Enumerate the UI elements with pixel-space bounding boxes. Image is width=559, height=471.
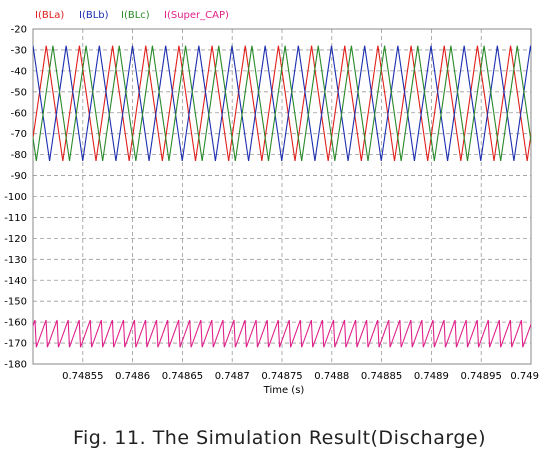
y-tick-label: -150 [4, 297, 27, 308]
y-tick-label: -110 [4, 213, 27, 224]
y-tick-label: -30 [11, 45, 27, 56]
legend: I(BLa) I(BLb) I(BLc) I(Super_CAP) [35, 10, 229, 21]
chart: -20 -30 -40 -50 -60 -70 -80 -90 -100 -110 -120 -130… [4, 10, 539, 396]
x-tick-label: 0.74895 [461, 371, 502, 382]
legend-entry: I(BLa) [35, 10, 64, 21]
x-tick-label: 0.7486 [115, 371, 150, 382]
x-tick-label: 0.74855 [62, 371, 103, 382]
y-tick-label: -100 [4, 192, 27, 203]
y-tick-label: -130 [4, 255, 27, 266]
x-axis-ticks: 0.74855 0.7486 0.74865 0.7487 0.74875 0.7488 0… [62, 371, 539, 382]
x-tick-label: 0.749 [510, 371, 539, 382]
x-tick-label: 0.74865 [162, 371, 203, 382]
y-tick-label: -50 [11, 87, 27, 98]
x-tick-label: 0.7487 [215, 371, 250, 382]
series-line [33, 319, 531, 348]
legend-entry: I(BLb) [79, 10, 109, 21]
legend-entry: I(BLc) [121, 10, 150, 21]
y-tick-label: -20 [11, 25, 27, 36]
y-tick-label: -180 [4, 360, 27, 371]
y-axis-ticks: -20 -30 -40 -50 -60 -70 -80 -90 -100 -110 -120 -130… [4, 25, 27, 371]
figure-caption: Fig. 11. The Simulation Result(Discharge… [72, 427, 487, 449]
x-axis-label: Time (s) [263, 385, 305, 396]
legend-entry: I(Super_CAP) [164, 10, 229, 21]
y-tick-label: -40 [11, 66, 27, 77]
x-tick-label: 0.74875 [261, 371, 302, 382]
y-tick-label: -140 [4, 276, 27, 287]
y-tick-label: -160 [4, 318, 27, 329]
y-tick-label: -120 [4, 234, 27, 245]
y-tick-label: -90 [11, 171, 27, 182]
y-tick-label: -80 [11, 150, 27, 161]
y-tick-label: -170 [4, 339, 27, 350]
x-tick-label: 0.7489 [414, 371, 449, 382]
y-tick-label: -70 [11, 129, 27, 140]
x-tick-label: 0.74885 [361, 371, 402, 382]
x-tick-label: 0.7488 [314, 371, 349, 382]
y-tick-label: -60 [11, 108, 27, 119]
